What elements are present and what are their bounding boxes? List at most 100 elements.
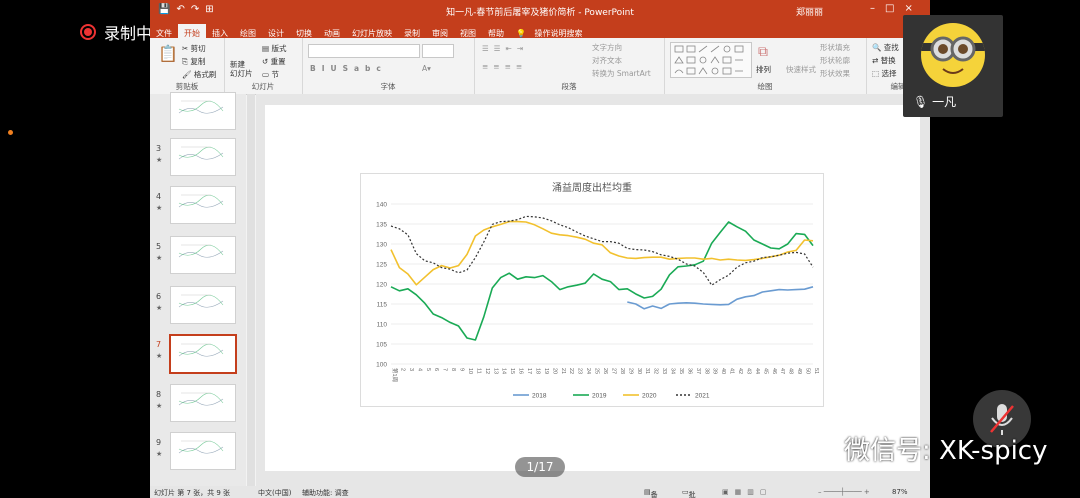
participant-name: 🎙 一凡 xyxy=(913,95,957,109)
shape-fill-button[interactable]: 形状填充 xyxy=(820,42,850,53)
shape-fill-label: 形状填充 xyxy=(820,43,850,52)
thumbnail-star-icon: ★ xyxy=(156,450,163,458)
user-name[interactable]: 郑丽丽 xyxy=(796,5,823,18)
list-buttons[interactable]: ☰☰⇤⇥ xyxy=(482,44,528,53)
thumbnail-star-icon: ★ xyxy=(156,304,163,312)
font-name-field[interactable] xyxy=(308,44,420,58)
title-bar: 💾↶↷⊞ 知一凡-春节前后屠宰及猪价简析 - PowerPoint 郑丽丽 –□… xyxy=(150,0,930,20)
zoom-level[interactable]: 87% xyxy=(892,488,908,496)
legend-label: 2020 xyxy=(642,393,657,400)
slide-thumbnail[interactable] xyxy=(169,334,237,374)
accessibility-status[interactable]: 辅助功能: 调查 xyxy=(302,488,349,498)
legend-label: 2018 xyxy=(532,393,547,400)
shapes-icon xyxy=(674,45,744,75)
quick-styles-button[interactable]: 快速样式 xyxy=(786,64,816,75)
thumbnail-preview xyxy=(178,440,224,454)
thumbnail-number: 5 xyxy=(156,242,162,251)
shape-outline-label: 形状轮廓 xyxy=(820,56,850,65)
layout-label: 版式 xyxy=(271,44,287,53)
y-tick-label: 140 xyxy=(376,202,387,209)
notes-label: 备注 xyxy=(650,491,658,498)
thumbnail-preview xyxy=(178,146,224,160)
copy-button[interactable]: ⎘ 复制 xyxy=(182,56,205,67)
x-tick-label: 22 xyxy=(568,368,574,374)
x-tick-label: 44 xyxy=(754,368,760,374)
replace-button[interactable]: ⇄ 替换 xyxy=(872,55,896,66)
layout-button[interactable]: ▤ 版式 xyxy=(262,43,286,54)
x-tick-label: 36 xyxy=(686,368,692,374)
select-button[interactable]: ⬚ 选择 xyxy=(872,68,896,79)
slide-thumbnail[interactable] xyxy=(170,236,236,274)
x-tick-label: 10 xyxy=(467,368,473,374)
smartart-button[interactable]: 转换为 SmartArt xyxy=(592,68,651,79)
powerpoint-window: 💾↶↷⊞ 知一凡-春节前后屠宰及猪价简析 - PowerPoint 郑丽丽 –□… xyxy=(150,0,930,498)
x-tick-label: 21 xyxy=(560,368,566,374)
slide-thumbnail[interactable] xyxy=(170,286,236,324)
x-tick-label: 38 xyxy=(703,368,709,374)
font-size-field[interactable] xyxy=(422,44,454,58)
watermark-text: 微信号: XK-spicy xyxy=(844,436,1048,466)
clipboard-label: 剪贴板 xyxy=(175,82,199,91)
font-label: 字体 xyxy=(380,82,396,91)
window-controls[interactable]: –□× xyxy=(870,3,923,14)
align-buttons[interactable]: ≡≡≡≡ xyxy=(482,62,527,71)
participant-video[interactable]: 🎙 一凡 xyxy=(903,15,1003,117)
slide-thumbnail[interactable] xyxy=(170,186,236,224)
arrange-icon: ⧉ xyxy=(758,44,768,60)
font-format-buttons[interactable]: BIUSabc xyxy=(310,64,387,73)
shape-outline-button[interactable]: 形状轮廓 xyxy=(820,55,850,66)
legend-label: 2021 xyxy=(695,393,710,400)
format-painter-label: 格式刷 xyxy=(193,70,217,79)
y-tick-label: 100 xyxy=(376,362,387,369)
section-button[interactable]: ▭ 节 xyxy=(262,69,279,80)
align-text-button[interactable]: 对齐文本 xyxy=(592,55,622,66)
wechat-icon xyxy=(801,434,834,462)
x-tick-label: 14 xyxy=(501,368,507,374)
thumbnail-scrollbar[interactable] xyxy=(247,94,255,486)
page-indicator: 1/17 xyxy=(515,457,565,477)
slide-thumbnail[interactable] xyxy=(170,138,236,176)
minion-avatar-icon xyxy=(921,36,985,74)
x-tick-label: 25 xyxy=(594,368,600,374)
quick-styles-label: 快速样式 xyxy=(786,65,816,74)
slide-thumbnail[interactable] xyxy=(170,432,236,470)
zoom-slider[interactable]: – ────┼──── + xyxy=(818,488,870,496)
x-tick-label: 2 xyxy=(399,368,405,371)
reset-button[interactable]: ↺ 重置 xyxy=(262,56,286,67)
language-indicator[interactable]: 中文(中国) xyxy=(258,488,291,498)
new-slide-button[interactable]: 新建 幻灯片 xyxy=(230,60,253,78)
paste-icon[interactable]: 📋 xyxy=(158,44,178,63)
view-buttons[interactable]: ▣▦▥▢ xyxy=(722,488,772,496)
slide-thumbnail[interactable] xyxy=(170,384,236,422)
find-button[interactable]: 🔍 查找 xyxy=(872,42,899,53)
font-color-button[interactable]: A▾ xyxy=(422,64,431,73)
chart[interactable]: 涌益周度出栏均重 100 105 110 115 120 125 130 135 140 第1周 2 3… xyxy=(360,173,824,407)
thumbnail-star-icon: ★ xyxy=(156,402,163,410)
notes-button[interactable]: ▤ 备注 xyxy=(644,488,658,498)
status-bar: 幻灯片 第 7 张，共 9 张 中文(中国) 辅助功能: 调查 ▤ 备注 ▭ 批… xyxy=(150,486,930,498)
paragraph-label: 段落 xyxy=(561,82,577,91)
shapes-gallery[interactable] xyxy=(670,42,752,78)
smartart-label: 转换为 SmartArt xyxy=(592,69,651,78)
comments-button[interactable]: ▭ 批注 xyxy=(682,488,696,498)
cut-button[interactable]: ✂ 剪切 xyxy=(182,43,206,54)
font-group: BIUSabc A▾ 字体 xyxy=(302,38,475,94)
thumbnail-star-icon: ★ xyxy=(156,204,163,212)
x-tick-label: 50 xyxy=(805,368,811,374)
x-tick-label: 33 xyxy=(661,368,667,374)
thumbnail-number: 8 xyxy=(156,390,162,399)
x-tick-label: 34 xyxy=(670,368,676,374)
align-text-label: 对齐文本 xyxy=(592,56,622,65)
arrange-button[interactable]: 排列 xyxy=(756,64,771,75)
ribbon-tabs: 文件 开始 插入 绘图 设计 切换 动画 幻灯片放映 录制 审阅 视图 帮助 💡 操作说明搜索 xyxy=(150,20,930,42)
tell-me-search[interactable]: 💡 操作说明搜索 xyxy=(510,20,595,38)
slide-thumbnail[interactable] xyxy=(170,92,236,130)
x-tick-label: 13 xyxy=(492,368,498,374)
text-direction-button[interactable]: 文字方向 xyxy=(592,42,622,53)
shape-effects-button[interactable]: 形状效果 xyxy=(820,68,850,79)
format-painter-button[interactable]: 🖌 格式刷 xyxy=(182,69,216,80)
series-line-2020 xyxy=(390,220,814,286)
thumbnail-preview xyxy=(178,294,224,308)
slides-group: 新建 幻灯片 ▤ 版式 ↺ 重置 ▭ 节 幻灯片 xyxy=(224,38,303,94)
x-tick-label: 18 xyxy=(534,368,540,374)
